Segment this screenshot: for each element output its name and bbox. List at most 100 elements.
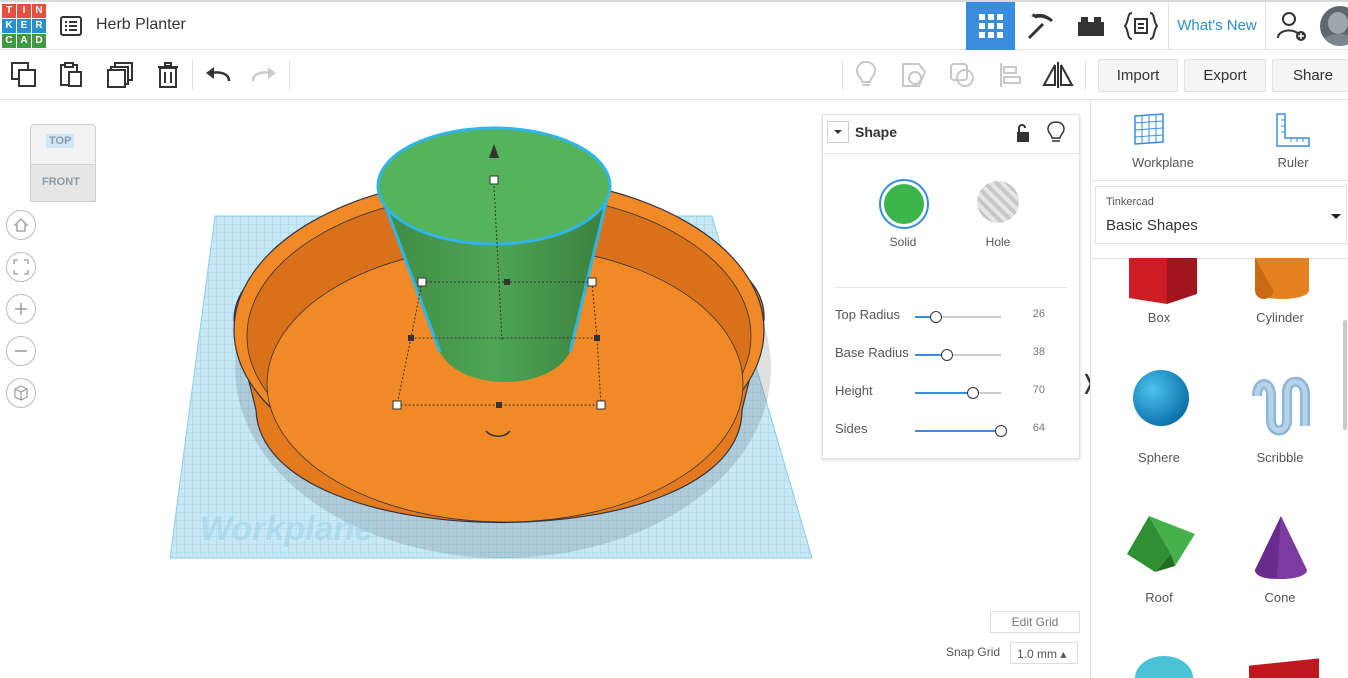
logo-letter: A	[17, 34, 31, 48]
collapse-panel-toggle[interactable]: ❭	[1080, 370, 1090, 410]
shape-tile-cylinder[interactable]	[1253, 258, 1313, 300]
top-bar: T I N K E R C A D Herb Planter What's Ne…	[0, 0, 1348, 50]
perspective-toggle-button[interactable]	[6, 378, 36, 408]
logo-letter: T	[2, 4, 16, 18]
export-button[interactable]: Export	[1184, 59, 1266, 92]
duplicate-button[interactable]	[96, 50, 144, 99]
paste-button[interactable]	[47, 50, 95, 99]
ruler-label: Ruler	[1277, 155, 1309, 170]
top-radius-slider[interactable]	[915, 311, 1001, 323]
workplane-tool[interactable]	[1131, 112, 1167, 153]
resize-handle[interactable]	[417, 277, 427, 287]
minecraft-pickaxe-button[interactable]	[1016, 2, 1065, 50]
resize-handle[interactable]	[587, 277, 597, 287]
note-button[interactable]	[890, 50, 938, 99]
base-radius-row: Base Radius 38	[835, 345, 1075, 365]
tinkercad-logo[interactable]: T I N K E R C A D	[2, 4, 46, 50]
property-value[interactable]: 64	[1033, 422, 1045, 434]
zoom-out-button[interactable]	[6, 336, 36, 366]
snap-grid-select[interactable]: 1.0 mm ▴	[1010, 642, 1078, 664]
home-icon	[13, 218, 29, 232]
property-value[interactable]: 26	[1033, 308, 1045, 320]
inspector-title: Shape	[855, 124, 898, 140]
panel-scrollbar[interactable]	[1343, 320, 1347, 430]
collapse-inspector-button[interactable]	[827, 121, 849, 143]
light-bulb-button[interactable]	[1047, 121, 1065, 148]
lock-button[interactable]	[1015, 123, 1031, 148]
home-view-button[interactable]	[6, 210, 36, 240]
base-radius-slider[interactable]	[915, 349, 1001, 361]
logo-letter: E	[17, 19, 31, 33]
share-button[interactable]: Share	[1272, 59, 1348, 92]
logo-letter: R	[32, 19, 46, 33]
toolbar-divider	[1085, 60, 1086, 90]
bricks-button[interactable]	[1066, 2, 1115, 50]
shape-library-select[interactable]: Tinkercad Basic Shapes	[1095, 186, 1347, 244]
whats-new-link[interactable]: What's New	[1168, 2, 1266, 50]
chevron-down-icon	[834, 130, 842, 134]
light-bulb-icon	[1047, 121, 1065, 142]
height-slider[interactable]	[915, 387, 1001, 399]
workplane-label: Workplane	[1132, 155, 1194, 170]
delete-icon	[158, 61, 178, 88]
shape-tile-roof[interactable]	[1125, 514, 1197, 579]
edit-toolbar: Import Export Share	[0, 50, 1348, 100]
shape-label: Roof	[1145, 590, 1173, 605]
resize-handle[interactable]	[489, 175, 499, 185]
avatar[interactable]	[1320, 6, 1348, 46]
property-label: Top Radius	[835, 307, 901, 322]
cylinder-shape-icon	[1255, 258, 1309, 299]
shape-tile-sphere[interactable]	[1131, 368, 1191, 433]
shape-label: Box	[1147, 310, 1171, 325]
fit-view-button[interactable]	[6, 252, 36, 282]
align-icon	[1000, 62, 1021, 87]
property-value[interactable]: 38	[1033, 346, 1045, 358]
mirror-button[interactable]	[1034, 50, 1082, 99]
property-value[interactable]: 70	[1033, 384, 1045, 396]
group-button[interactable]	[938, 50, 986, 99]
import-button[interactable]: Import	[1098, 59, 1178, 92]
resize-handle[interactable]	[392, 400, 402, 410]
property-label: Sides	[835, 421, 868, 436]
shape-tile-cone[interactable]	[1253, 514, 1309, 585]
view-cube-top[interactable]: TOP	[46, 134, 75, 148]
view-cube[interactable]: TOP FRONT	[30, 124, 96, 202]
shape-tile-scribble[interactable]	[1251, 376, 1311, 445]
design-list-icon[interactable]	[60, 16, 82, 41]
ruler-tool[interactable]	[1275, 112, 1311, 153]
edit-grid-button[interactable]: Edit Grid	[990, 611, 1080, 633]
copy-button[interactable]	[0, 50, 48, 99]
group-icon	[950, 62, 974, 87]
delete-button[interactable]	[144, 50, 192, 99]
shape-tile-partial[interactable]	[1135, 656, 1193, 678]
snap-grid-label: Snap Grid	[946, 645, 1001, 659]
shape-tile-partial[interactable]	[1249, 658, 1319, 678]
logo-letter: K	[2, 19, 16, 33]
sides-slider[interactable]	[915, 425, 1007, 437]
undo-button[interactable]	[194, 50, 242, 99]
add-user-icon	[1277, 12, 1306, 41]
add-user-button[interactable]	[1266, 2, 1318, 50]
redo-button[interactable]	[240, 50, 288, 99]
view-cube-front[interactable]: FRONT	[42, 176, 80, 188]
codeblocks-icon	[1123, 12, 1158, 40]
hole-button[interactable]	[977, 181, 1019, 223]
height-row: Height 70	[835, 383, 1075, 403]
align-button[interactable]	[986, 50, 1034, 99]
show-notes-button[interactable]	[842, 50, 890, 99]
dropdown-caret-icon	[1331, 214, 1341, 219]
property-label: Height	[835, 383, 873, 398]
shape-inspector: Shape Solid Hole Top Radius 26 Base Radi…	[822, 114, 1080, 459]
codeblocks-button[interactable]	[1116, 2, 1165, 50]
sides-row: Sides 64	[835, 421, 1075, 441]
library-category: Tinkercad	[1106, 196, 1154, 208]
solid-button[interactable]	[879, 179, 929, 229]
logo-letter: I	[17, 4, 31, 18]
unlock-icon	[1017, 124, 1029, 142]
grid-view-button[interactable]	[966, 2, 1015, 50]
resize-handle[interactable]	[596, 400, 606, 410]
hole-label: Hole	[985, 235, 1011, 249]
box-shape-icon	[1129, 258, 1197, 304]
zoom-in-button[interactable]	[6, 294, 36, 324]
design-title[interactable]: Herb Planter	[96, 16, 186, 34]
